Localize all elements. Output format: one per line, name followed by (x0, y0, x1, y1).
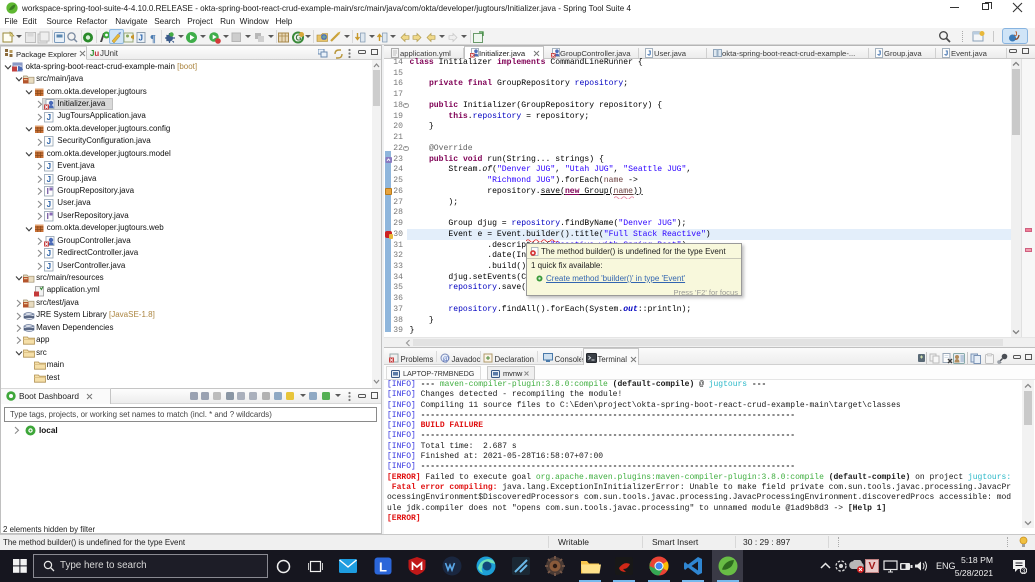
svg-text:J: J (647, 51, 651, 58)
svg-text:J: J (138, 34, 142, 43)
svg-text:J: J (1014, 32, 1017, 38)
svg-text:J: J (47, 137, 51, 146)
svg-text:I: I (47, 212, 49, 221)
svg-text:J: J (47, 113, 51, 122)
svg-text:J: J (877, 51, 881, 58)
svg-text:J: J (47, 249, 51, 258)
svg-text:I: I (47, 187, 49, 196)
svg-text:¶: ¶ (150, 33, 156, 44)
svg-text:J: J (47, 175, 51, 184)
svg-text:@: @ (443, 354, 450, 362)
svg-text:J: J (47, 200, 51, 209)
svg-text:J: J (47, 162, 51, 171)
svg-text:J: J (944, 51, 948, 58)
svg-text:J: J (47, 262, 51, 271)
svg-text:L: L (379, 560, 387, 575)
